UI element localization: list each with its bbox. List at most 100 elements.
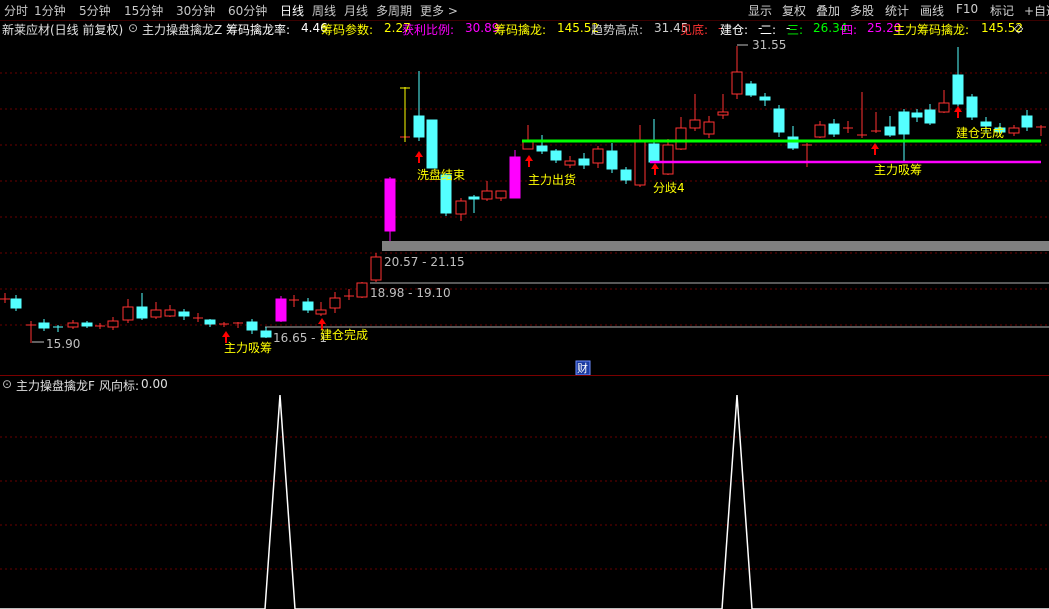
annotations: 31.55 15.90 20.57 - 21.15 18.98 - 19.10 16.6… [32, 38, 1004, 376]
info-item-label: 获利比例: [402, 23, 455, 37]
stock-title: 新莱应材(日线 前复权) [2, 23, 124, 37]
candle [634, 125, 646, 187]
sub-grid-lines [0, 436, 1049, 570]
candle [426, 119, 438, 169]
candle [745, 81, 757, 97]
tab-monthly[interactable]: 月线 [344, 2, 368, 19]
candle [911, 109, 923, 122]
candle [802, 143, 812, 167]
candle [564, 156, 576, 168]
f10-button[interactable]: F10 [956, 2, 978, 16]
panel-separator [0, 375, 1049, 376]
main-chart[interactable]: 31.55 15.90 20.57 - 21.15 18.98 - 19.10 16.6… [0, 37, 1049, 377]
info-item-label: 见底: [680, 23, 709, 37]
signal-label: 建仓完成 [956, 125, 1004, 140]
finance-badge-label: 财 [577, 361, 588, 375]
tab-60min[interactable]: 60分钟 [228, 2, 267, 19]
candle [413, 71, 425, 141]
tab-more[interactable]: 更多 > [420, 2, 458, 19]
candle [938, 90, 950, 113]
candlesticks [0, 46, 1046, 343]
candle [966, 94, 978, 120]
info-item-label: 筹码参数: [321, 23, 374, 37]
candle [592, 146, 604, 168]
candle [455, 198, 467, 221]
candle [315, 302, 327, 316]
adjust-button[interactable]: 复权 [782, 2, 806, 19]
candle [0, 293, 10, 303]
tab-multi-period[interactable]: 多周期 [376, 2, 412, 19]
candle [219, 322, 229, 327]
candle [95, 323, 105, 329]
candle [731, 46, 743, 99]
candle [481, 181, 493, 201]
candle [787, 126, 799, 150]
zone-label-middle: 18.98 - 19.10 [370, 286, 451, 300]
candle [275, 296, 287, 322]
candle [843, 121, 853, 133]
info-item-label: 二: [760, 23, 777, 37]
sub-indicator-value: 0.00 [141, 377, 168, 391]
info-item-label: 四: [841, 23, 858, 37]
tab-intraday[interactable]: 分时 [4, 2, 28, 19]
candle [193, 313, 203, 322]
statistics-button[interactable]: 统计 [885, 2, 909, 19]
signal-arrow-icon [525, 155, 533, 167]
zone-bars [265, 241, 1049, 328]
candle [924, 104, 936, 125]
candle [828, 119, 840, 137]
signal-arrow-icon [415, 151, 423, 163]
candle [689, 94, 701, 131]
candle [53, 325, 63, 332]
candle [898, 109, 910, 161]
wind-vane-line [0, 394, 1049, 609]
candle [620, 167, 632, 184]
candle [260, 327, 272, 338]
tab-daily[interactable]: 日线 [280, 2, 304, 19]
zone-bar-upper [382, 241, 1049, 251]
display-button[interactable]: 显示 [748, 2, 772, 19]
candle [246, 319, 258, 334]
grid-lines [0, 72, 1049, 326]
toolbar: 分时 1分钟 5分钟 15分钟 30分钟 60分钟 日线 周线 月线 多周期 更… [0, 0, 1049, 21]
candle [662, 139, 674, 175]
candle [204, 319, 216, 327]
candle [1036, 125, 1046, 136]
sub-expand-icon[interactable]: ⊙ [2, 377, 12, 391]
settings-diamond-icon[interactable]: ◇ [1014, 21, 1023, 35]
tab-1min[interactable]: 1分钟 [34, 2, 66, 19]
candle [122, 299, 134, 323]
tab-weekly[interactable]: 周线 [312, 2, 336, 19]
candle [468, 195, 480, 213]
candle [675, 117, 687, 150]
sub-indicator-name[interactable]: 主力操盘擒龙F [16, 377, 95, 394]
sub-chart[interactable] [0, 393, 1049, 609]
overlay-button[interactable]: 叠加 [816, 2, 840, 19]
candle [150, 302, 162, 319]
candle [81, 321, 93, 328]
draw-button[interactable]: 画线 [920, 2, 944, 19]
candle [384, 177, 396, 241]
signal-label: 洗盘结束 [417, 167, 465, 182]
candle [606, 143, 618, 173]
signal-label: 主力出货 [528, 172, 576, 187]
candle [857, 92, 867, 138]
info-item-label: 筹码擒龙率: [226, 23, 291, 37]
candle [717, 94, 729, 119]
add-watchlist-button[interactable]: +自选 [1024, 2, 1049, 19]
multi-stock-button[interactable]: 多股 [850, 2, 874, 19]
indicator-name[interactable]: 主力操盘擒龙Z [142, 21, 222, 38]
tab-15min[interactable]: 15分钟 [124, 2, 163, 19]
tab-5min[interactable]: 5分钟 [79, 2, 111, 19]
signal-arrow-icon [651, 163, 659, 175]
info-item-label: 建仓: [720, 23, 749, 37]
candle [703, 116, 715, 138]
candle [356, 282, 368, 298]
signal-label: 主力吸筹 [874, 163, 922, 177]
finance-badge[interactable]: 财 [575, 360, 591, 376]
tab-30min[interactable]: 30分钟 [176, 2, 215, 19]
mark-button[interactable]: 标记 [990, 2, 1014, 19]
candle [136, 293, 148, 320]
sub-indicator-label: 风向标: [99, 379, 140, 393]
expand-icon[interactable]: ⊙ [128, 21, 138, 35]
